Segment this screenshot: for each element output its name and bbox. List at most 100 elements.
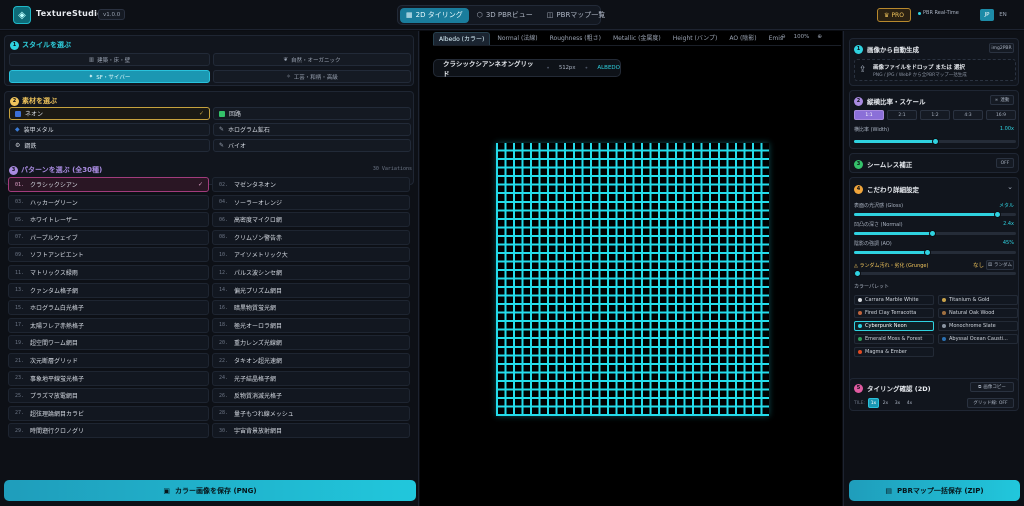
pattern-item[interactable]: 14. 偏光プリズム網目	[212, 282, 410, 298]
material-circuit[interactable]: 回路	[213, 107, 411, 120]
link-toggle-button[interactable]: ∞ 連動	[990, 95, 1014, 105]
palette-option[interactable]: Carrara Marble White	[854, 295, 934, 305]
material-hologram-ore[interactable]: ✎ ホログラム鉱石	[213, 123, 411, 136]
pattern-item[interactable]: 24. 光子結晶格子網	[212, 370, 410, 386]
style-nature-button[interactable]: ❦ 自然・オーガニック	[213, 53, 411, 66]
random-grunge-button[interactable]: ⚄ ランダム	[986, 260, 1014, 270]
pattern-label: 次元断層グリッド	[30, 358, 79, 365]
pattern-item[interactable]: 29. 時間遡行クロノグリ	[8, 423, 209, 439]
diamond-icon: ✧	[286, 73, 291, 80]
pattern-item[interactable]: 13. クァンタム格子網	[8, 282, 209, 298]
pattern-item[interactable]: 26. 反物質消滅光格子	[212, 388, 410, 404]
tile-2x-button[interactable]: 2x	[880, 398, 891, 408]
style-scifi-button[interactable]: ✦ SF・サイバー	[9, 70, 210, 83]
save-color-png-button[interactable]: ▣ カラー画像を保存 (PNG)	[4, 480, 416, 501]
grid-lines-toggle[interactable]: グリッド線: OFF	[967, 398, 1014, 408]
tab-3d-pbr-view[interactable]: ⬡ 3D PBRビュー	[471, 8, 539, 23]
tab-albedo[interactable]: Albedo (カラー)	[433, 31, 491, 45]
slider-knob[interactable]	[923, 249, 931, 256]
palette-option[interactable]: Fired Clay Terracotta	[854, 308, 934, 318]
tab-metallic[interactable]: Metallic (金属度)	[608, 32, 666, 45]
pattern-item[interactable]: 11. マトリックス緑雨	[8, 265, 209, 280]
ratio-button[interactable]: 16:9	[986, 110, 1016, 120]
ratio-button[interactable]: 4:3	[953, 110, 983, 120]
material-armor-metal[interactable]: ◆ 装甲メタル	[9, 123, 210, 136]
palette-option[interactable]: Titanium & Gold	[938, 295, 1018, 305]
pattern-item[interactable]: 25. プラズマ放電網目	[8, 388, 209, 404]
pattern-item[interactable]: 15. ホログラム白光格子	[8, 300, 209, 316]
tile-1x-button[interactable]: 1x	[867, 398, 879, 408]
palette-option[interactable]: Cyberpunk Neon	[854, 321, 934, 331]
seamless-toggle[interactable]: OFF	[996, 158, 1014, 168]
tile-4x-button[interactable]: 4x	[904, 398, 915, 408]
zoom-in-icon[interactable]: ⊕	[817, 34, 822, 40]
palette-option[interactable]: Emerald Moss & Forest	[854, 334, 934, 344]
pattern-item[interactable]: 28. 量子もつれ線メッシュ	[212, 405, 410, 421]
ratio-button[interactable]: 2:1	[887, 110, 917, 120]
pattern-item[interactable]: 01. クラシックシアン ✓	[8, 177, 209, 192]
tile-3x-button[interactable]: 3x	[892, 398, 903, 408]
pattern-item[interactable]: 02. マゼンタネオン	[212, 177, 410, 192]
right-panel: 1 画像から自動生成 img2PBR ⇪ 画像ファイルをドロップ または 選択 P…	[843, 31, 1024, 506]
pattern-item[interactable]: 30. 宇宙背景放射網目	[212, 423, 410, 439]
style-architecture-button[interactable]: ▥ 建築・床・壁	[9, 53, 210, 66]
depth-slider[interactable]	[854, 230, 1016, 237]
tab-height[interactable]: Height (バンプ)	[668, 32, 723, 45]
pattern-item[interactable]: 10. アイソメトリック大	[212, 247, 410, 263]
slider-knob[interactable]	[854, 270, 862, 277]
lang-en-button[interactable]: EN	[996, 9, 1010, 21]
pattern-item[interactable]: 08. クリムゾン警告赤	[212, 229, 410, 245]
pattern-item[interactable]: 20. 重力レンズ光線網	[212, 335, 410, 351]
copy-image-button[interactable]: ⧉ 画像コピー	[970, 382, 1014, 392]
chevron-down-icon[interactable]: ⌄	[1007, 183, 1013, 191]
pattern-item[interactable]: 16. 暗黒物質蛍光網	[212, 300, 410, 316]
palette-option[interactable]: Natural Oak Wood	[938, 308, 1018, 318]
pattern-label: マゼンタネオン	[234, 182, 277, 189]
pattern-label: クァンタム格子網	[30, 287, 79, 295]
ao-slider[interactable]	[854, 249, 1016, 256]
material-neon[interactable]: ネオン ✓	[9, 107, 210, 120]
pattern-item[interactable]: 06. 高密度マイクロ網	[212, 212, 410, 228]
save-pbr-zip-button[interactable]: ▤ PBRマップ一括保存 (ZIP)	[849, 480, 1020, 501]
material-bio[interactable]: ✎ バイオ	[213, 139, 411, 152]
palette-option[interactable]: Abyssal Ocean Causti...	[938, 334, 1018, 344]
zoom-out-icon[interactable]: ⊖	[781, 34, 786, 40]
palette-option[interactable]: Magma & Ember	[854, 347, 934, 357]
pattern-item[interactable]: 18. 極光オーロラ網目	[212, 317, 410, 333]
pattern-item[interactable]: 05. ホワイトレーザー	[8, 212, 209, 228]
tab-pbr-map-list[interactable]: ◫ PBRマップ一覧	[541, 8, 612, 23]
pattern-number: 11.	[15, 269, 25, 276]
ratio-button[interactable]: 1:1	[854, 110, 884, 120]
material-steel[interactable]: ⚙ 鋼鉄	[9, 139, 210, 152]
slider-knob[interactable]	[932, 138, 939, 145]
pattern-item[interactable]: 17. 太陽フレア赤熱格子	[8, 317, 209, 333]
slider-knob[interactable]	[993, 211, 1001, 218]
ratio-button[interactable]: 1:2	[920, 110, 950, 120]
pro-button[interactable]: ♛ PRO	[877, 8, 911, 22]
texture-preview-canvas[interactable]	[496, 143, 769, 416]
tab-normal[interactable]: Normal (法線)	[492, 32, 542, 45]
scale-slider[interactable]	[854, 138, 1016, 145]
seamless-section: 3 シームレス補正 OFF	[849, 153, 1019, 173]
lang-jp-button[interactable]: JP	[980, 9, 994, 21]
tab-roughness[interactable]: Roughness (粗さ)	[545, 32, 606, 45]
pattern-item[interactable]: 03. ハッカーグリーン	[8, 194, 209, 210]
palette-option[interactable]: Monochrome Slate	[938, 321, 1018, 331]
pattern-item[interactable]: 07. パープルウェイブ	[8, 229, 209, 245]
pattern-item[interactable]: 12. パルス波シンセ網	[212, 265, 410, 280]
pattern-item[interactable]: 19. 超空間ワーム網目	[8, 335, 209, 351]
tab-2d-tiling[interactable]: ▦ 2D タイリング	[400, 7, 469, 23]
pattern-label: ホワイトレーザー	[30, 217, 78, 225]
pattern-item[interactable]: 23. 事象地平線蛍光格子	[8, 370, 209, 386]
pattern-item[interactable]: 27. 超弦理論網目カラビ	[8, 405, 209, 421]
style-craft-button[interactable]: ✧ 工芸・和柄・高級	[213, 70, 411, 83]
pattern-item[interactable]: 04. ソーラーオレンジ	[212, 194, 410, 210]
grunge-slider[interactable]	[854, 270, 1016, 277]
pattern-item[interactable]: 09. ソフトアンビエント	[8, 247, 209, 263]
image-drop-zone[interactable]: ⇪ 画像ファイルをドロップ または 選択 PNG / JPG / WebP から…	[854, 59, 1016, 81]
pattern-item[interactable]: 22. タキオン超光速網	[212, 353, 410, 368]
pattern-item[interactable]: 21. 次元断層グリッド	[8, 353, 209, 368]
tab-ao[interactable]: AO (陰影)	[724, 32, 761, 45]
slider-knob[interactable]	[928, 230, 936, 237]
gloss-slider[interactable]	[854, 211, 1016, 218]
